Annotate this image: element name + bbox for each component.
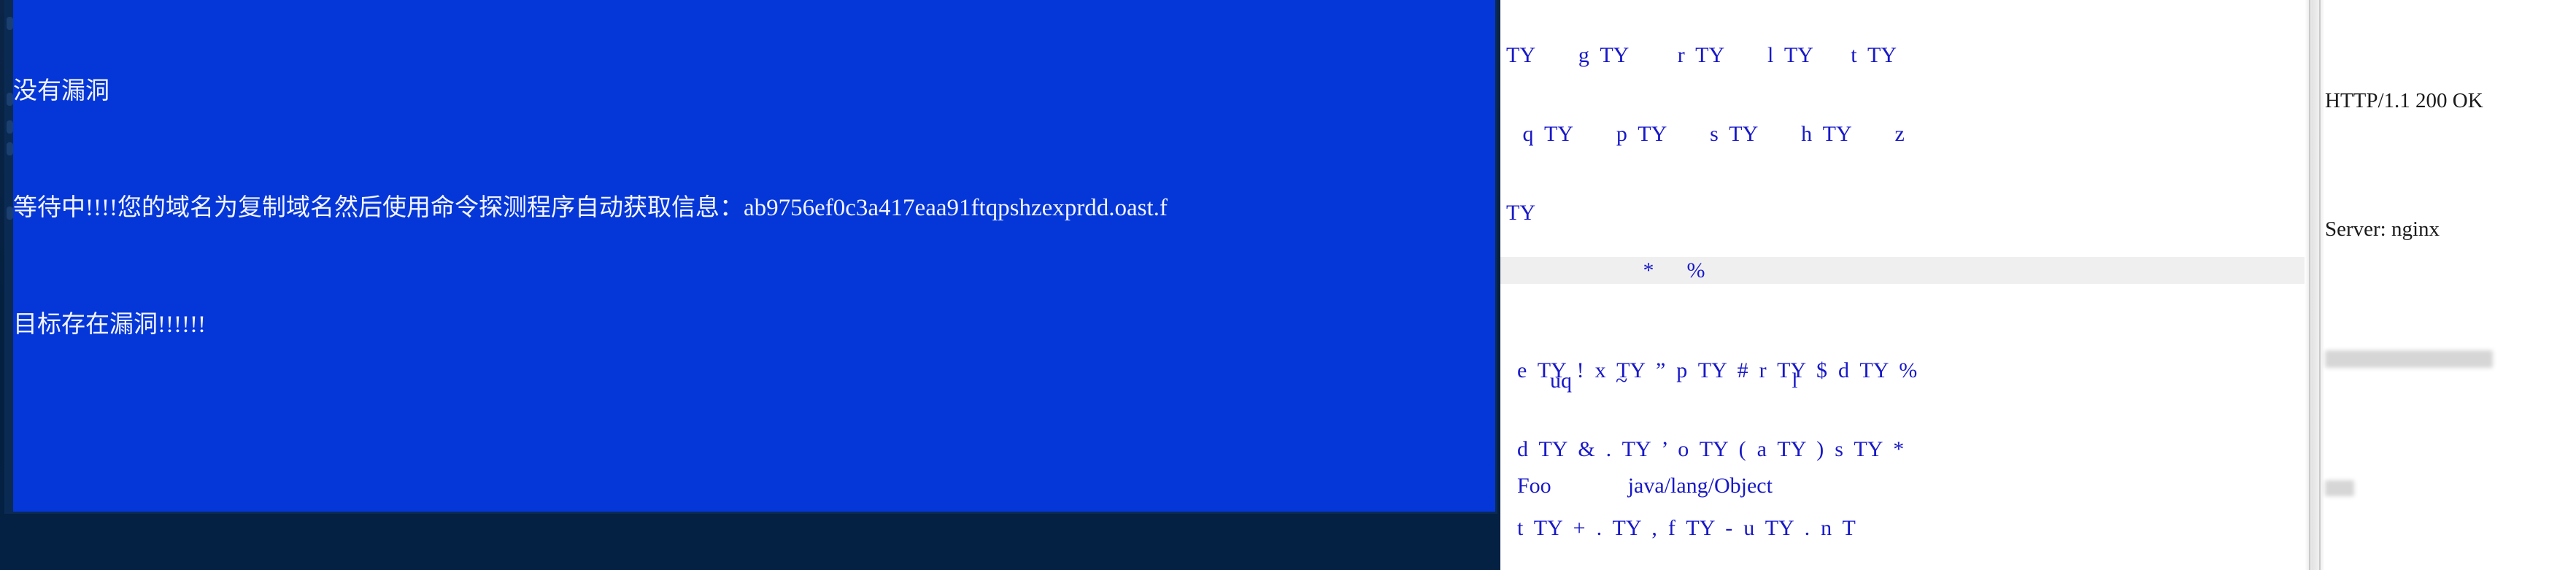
redaction-block-2 [2325, 480, 2354, 496]
http-response-text: HTTP/1.1 200 OK Server: nginx Connec Co.… [2325, 0, 2576, 570]
console-line-blank-1 [13, 427, 1495, 456]
scrollbar-thumb-5[interactable] [7, 207, 13, 220]
http-line-redacted-1 [2325, 342, 2576, 374]
terminal-pane: 没有漏洞 等待中!!!!您的域名为复制域名然后使用命令探测程序自动获取信息：ab… [0, 0, 1500, 570]
scrollbar-thumb-2[interactable] [7, 93, 13, 106]
scrollbar-thumb-3[interactable] [7, 120, 13, 134]
dump-body-line-0: uq ~ l [1506, 369, 1798, 393]
http-response-pane: HTTP/1.1 200 OK Server: nginx Connec Co.… [2305, 0, 2576, 570]
dump-band-line: * % [1506, 258, 1705, 282]
gutter-rule-left [2309, 0, 2310, 570]
screenshot-root: 没有漏洞 等待中!!!!您的域名为复制域名然后使用命令探测程序自动获取信息：ab… [0, 0, 2576, 570]
class-dump-body-block: uq ~ l Foo java/lang/Object SourceFile F… [1506, 289, 2302, 570]
class-dump-pane: TY g TY r TY l TY t TY q TY p TY s TY h … [1500, 0, 2305, 570]
dump-line-0: TY g TY r TY l TY t TY [1506, 43, 1897, 67]
server-header-name: Server: [2325, 217, 2386, 241]
console-window[interactable]: 没有漏洞 等待中!!!!您的域名为复制域名然后使用命令探测程序自动获取信息：ab… [4, 0, 1497, 514]
console-output: 没有漏洞 等待中!!!!您的域名为复制域名然后使用命令探测程序自动获取信息：ab… [13, 0, 1495, 512]
oast-domain: ab9756ef0c3a417eaa91ftqpshzexprdd.oast.f [743, 195, 1168, 221]
console-scrollbar[interactable] [7, 0, 13, 512]
http-status-line: HTTP/1.1 200 OK [2325, 89, 2483, 112]
redaction-block-1 [2325, 350, 2493, 368]
dump-line-1: q TY p TY s TY h TY z [1506, 122, 1905, 146]
http-line-ellipsis [2325, 470, 2576, 502]
gutter-rule-right [2319, 0, 2321, 570]
token-foo: Foo [1517, 474, 1551, 498]
right-pane-scrollbar[interactable] [2305, 0, 2324, 570]
waiting-text: 等待中!!!!您的域名为复制域名然后使用命令探测程序自动获取信息： [13, 195, 744, 221]
scrollbar-thumb-1[interactable] [7, 17, 13, 30]
dump-body-line-1: Foo java/lang/Object [1506, 473, 2302, 499]
token-java-lang-object: java/lang/Object [1627, 474, 1773, 498]
dump-line-2: TY [1506, 201, 1535, 225]
scrollbar-thumb-4[interactable] [7, 142, 13, 155]
console-line-waiting: 等待中!!!!您的域名为复制域名然后使用命令探测程序自动获取信息：ab9756e… [13, 193, 1495, 223]
console-line-no-vuln: 没有漏洞 [13, 78, 109, 104]
http-server-header: Server: nginx [2325, 213, 2576, 245]
console-line-vuln: 目标存在漏洞!!!!!! [13, 312, 206, 338]
server-header-value: nginx [2391, 217, 2440, 241]
